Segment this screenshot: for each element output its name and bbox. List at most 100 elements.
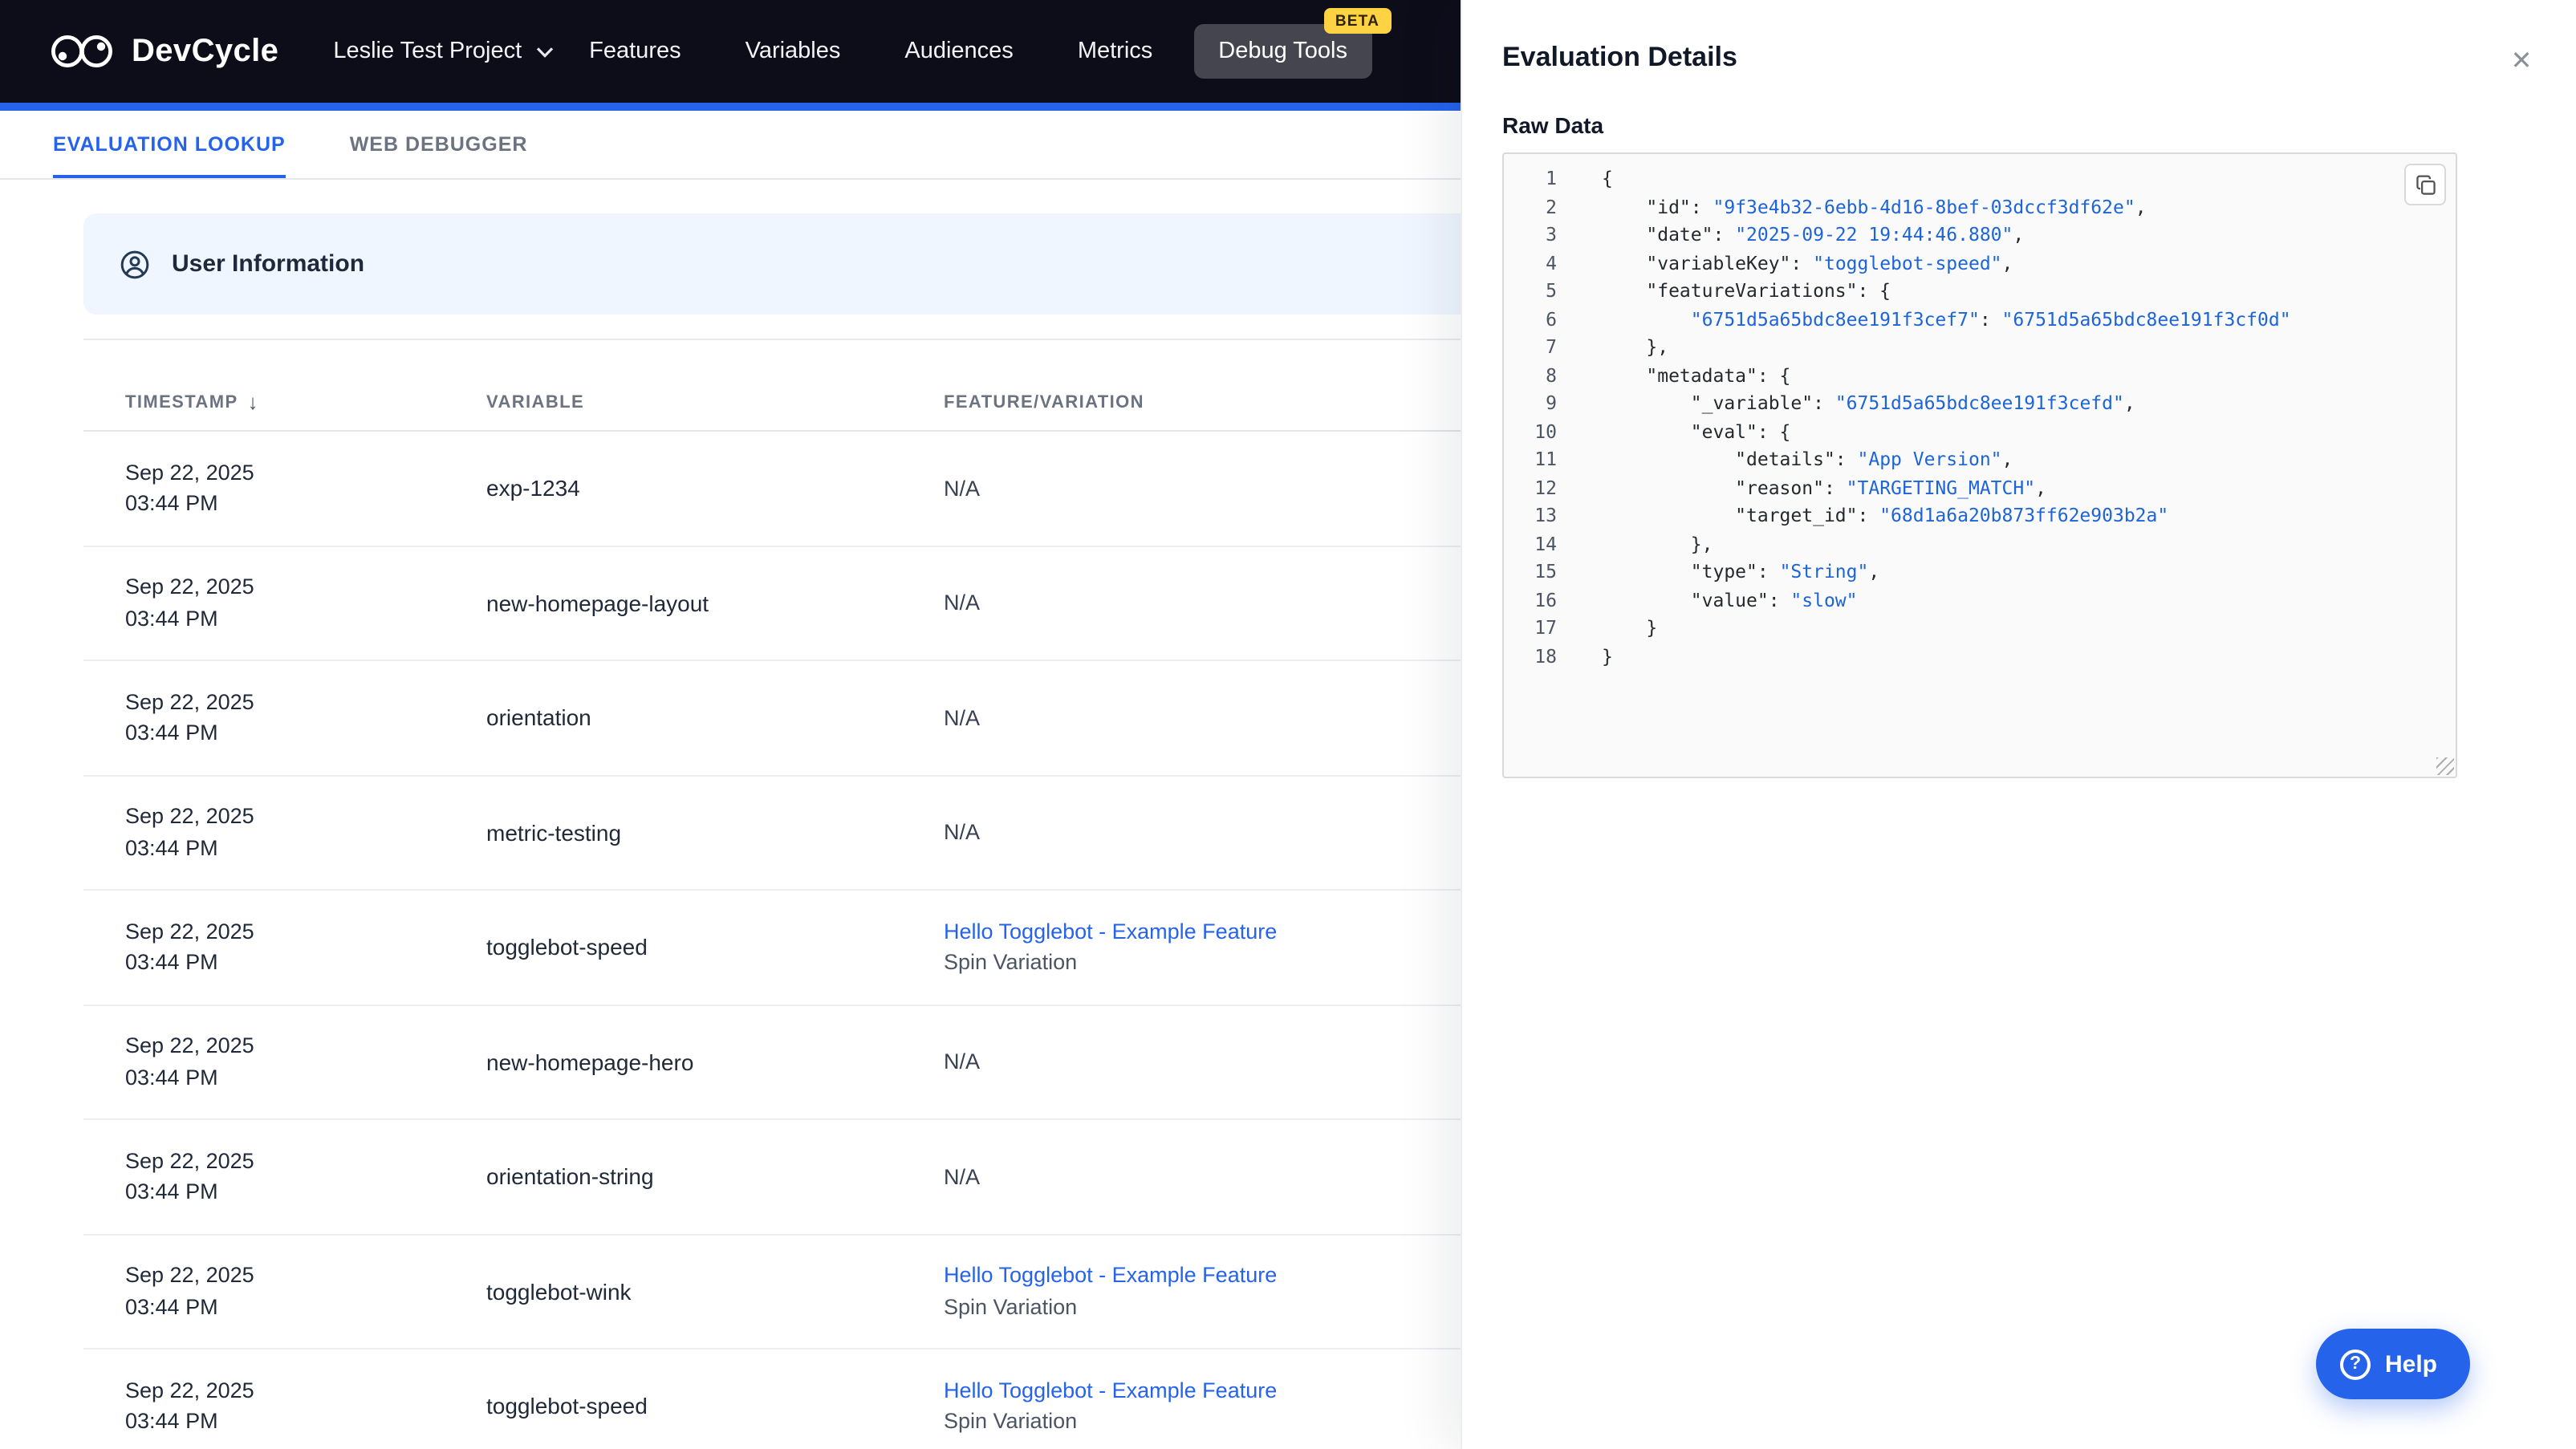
project-selector[interactable]: Leslie Test Project	[333, 39, 554, 64]
debug-tools-label: Debug Tools	[1218, 39, 1347, 64]
code-line: 7 },	[1504, 334, 2456, 362]
code-text: "details": "App Version",	[1557, 446, 2013, 474]
tab-evaluation-lookup[interactable]: EVALUATION LOOKUP	[53, 111, 286, 178]
code-line: 4 "variableKey": "togglebot-speed",	[1504, 250, 2456, 278]
row-date: Sep 22, 2025	[125, 1033, 254, 1058]
timestamp-cell: Sep 22, 2025 03:44 PM	[125, 572, 486, 635]
raw-data-code-block[interactable]: 1{2 "id": "9f3e4b32-6ebb-4d16-8bef-03dcc…	[1502, 152, 2457, 778]
row-time: 03:44 PM	[125, 1294, 218, 1319]
brand-logo[interactable]: DevCycle	[48, 30, 278, 72]
row-date: Sep 22, 2025	[125, 1263, 254, 1288]
line-number: 15	[1534, 560, 1557, 582]
code-line: 2 "id": "9f3e4b32-6ebb-4d16-8bef-03dccf3…	[1504, 193, 2456, 221]
resize-handle[interactable]	[2436, 757, 2454, 775]
line-number: 13	[1534, 504, 1557, 526]
sort-desc-icon: ↓	[247, 390, 259, 414]
code-text: "featureVariations": {	[1557, 278, 1891, 306]
column-header-timestamp[interactable]: TIMESTAMP ↓	[125, 390, 486, 414]
code-plain: "target_id":	[1602, 504, 1880, 526]
brand-name: DevCycle	[132, 33, 279, 68]
code-plain: ,	[2123, 392, 2135, 414]
row-variable: exp-1234	[486, 475, 580, 501]
column-header-variable[interactable]: VARIABLE	[486, 392, 944, 412]
variable-cell: orientation-string	[486, 1164, 944, 1190]
variable-cell: orientation	[486, 705, 944, 731]
close-icon[interactable]: ✕	[2502, 42, 2541, 80]
row-date: Sep 22, 2025	[125, 460, 254, 485]
nav-item-metrics[interactable]: Metrics	[1078, 39, 1152, 64]
row-time: 03:44 PM	[125, 1065, 218, 1090]
column-label: VARIABLE	[486, 392, 585, 412]
code-line: 13 "target_id": "68d1a6a20b873ff62e903b2…	[1504, 502, 2456, 530]
code-line: 17 }	[1504, 615, 2456, 643]
code-line: 18}	[1504, 643, 2456, 671]
code-text: },	[1557, 334, 1668, 362]
line-number: 2	[1546, 195, 1557, 217]
nav-item-variables[interactable]: Variables	[746, 39, 841, 64]
row-time: 03:44 PM	[125, 491, 218, 516]
code-text: }	[1557, 615, 1657, 643]
code-string: "2025-09-22 19:44:46.880"	[1735, 223, 2013, 246]
line-number: 5	[1546, 279, 1557, 302]
code-plain: "featureVariations": {	[1602, 279, 1891, 302]
code-string: "App Version"	[1857, 448, 2002, 470]
code-string: "6751d5a65bdc8ee191f3cef7"	[1690, 307, 1980, 330]
row-date: Sep 22, 2025	[125, 919, 254, 944]
code-string: "slow"	[1790, 588, 1858, 611]
code-plain: "metadata": {	[1602, 363, 1791, 386]
code-plain: {	[1602, 167, 1613, 189]
code-plain: "id":	[1602, 195, 1713, 217]
timestamp-cell: Sep 22, 2025 03:44 PM	[125, 1260, 486, 1323]
row-date: Sep 22, 2025	[125, 1148, 254, 1173]
row-date: Sep 22, 2025	[125, 804, 254, 829]
user-information-label: User Information	[172, 250, 365, 278]
code-plain: ,	[2001, 448, 2013, 470]
line-number: 16	[1534, 588, 1557, 611]
chevron-down-icon	[537, 47, 554, 57]
timestamp-cell: Sep 22, 2025 03:44 PM	[125, 1031, 486, 1094]
code-plain: "value":	[1602, 588, 1791, 611]
code-line: 3 "date": "2025-09-22 19:44:46.880",	[1504, 221, 2456, 250]
code-plain: "date":	[1602, 223, 1736, 246]
line-number: 8	[1546, 363, 1557, 386]
nav-item-audiences[interactable]: Audiences	[904, 39, 1013, 64]
code-line: 5 "featureVariations": {	[1504, 278, 2456, 306]
code-text: "type": "String",	[1557, 558, 1879, 586]
code-plain: }	[1602, 644, 1613, 667]
app: DevCycle Leslie Test Project Features Var…	[0, 0, 2576, 1449]
code-text: }	[1557, 643, 1613, 671]
code-plain	[1602, 307, 1691, 330]
row-variable: orientation	[486, 704, 591, 731]
code-plain: ,	[2135, 195, 2147, 217]
row-variable: togglebot-wink	[486, 1278, 632, 1305]
code-plain: ,	[1868, 560, 1880, 582]
nav-item-features[interactable]: Features	[589, 39, 681, 64]
code-line: 16 "value": "slow"	[1504, 586, 2456, 615]
row-time: 03:44 PM	[125, 950, 218, 975]
code-line: 9 "_variable": "6751d5a65bdc8ee191f3cefd…	[1504, 390, 2456, 418]
line-number: 7	[1546, 335, 1557, 358]
line-number: 18	[1534, 644, 1557, 667]
variable-cell: new-homepage-hero	[486, 1049, 944, 1075]
row-variable: togglebot-speed	[486, 1393, 648, 1419]
evaluation-details-panel: Evaluation Details ✕ Raw Data 1{2 "id": …	[1461, 0, 2576, 1449]
line-number: 12	[1534, 476, 1557, 498]
code-text: "eval": {	[1557, 418, 1791, 446]
project-selector-label: Leslie Test Project	[333, 39, 522, 64]
row-variable: new-homepage-layout	[486, 590, 709, 616]
help-button-label: Help	[2385, 1350, 2438, 1378]
raw-data-heading: Raw Data	[1502, 112, 1604, 138]
copy-button[interactable]	[2404, 164, 2446, 205]
row-time: 03:44 PM	[125, 835, 218, 860]
tab-web-debugger[interactable]: WEB DEBUGGER	[350, 111, 528, 178]
nav-item-debug-tools[interactable]: Debug Tools BETA	[1194, 8, 1391, 79]
code-text: },	[1557, 530, 1713, 558]
code-plain: :	[1979, 307, 2002, 330]
help-button[interactable]: ? Help	[2316, 1329, 2470, 1399]
code-lines: 1{2 "id": "9f3e4b32-6ebb-4d16-8bef-03dcc…	[1504, 165, 2456, 671]
row-time: 03:44 PM	[125, 1179, 218, 1204]
code-text: {	[1557, 165, 1613, 193]
code-plain: "_variable":	[1602, 392, 1835, 414]
code-line: 15 "type": "String",	[1504, 558, 2456, 586]
devcycle-logo-icon	[51, 34, 113, 68]
